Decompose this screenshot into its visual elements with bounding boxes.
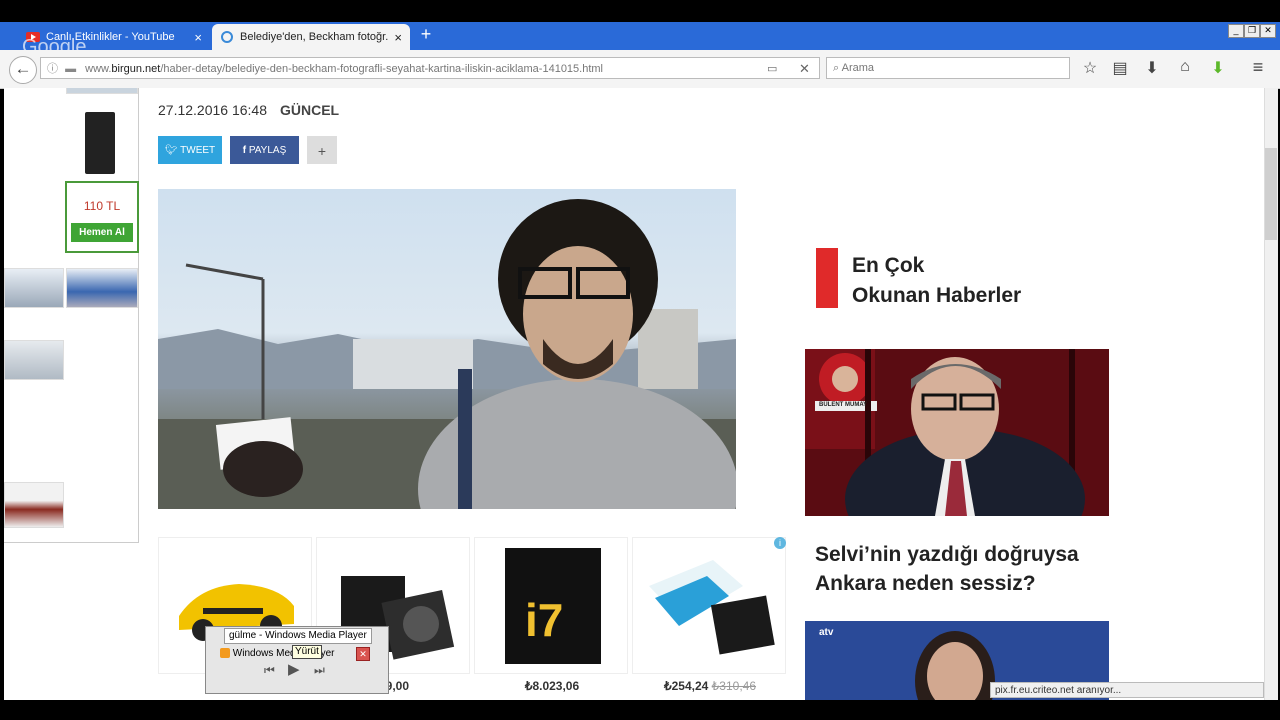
wmp-icon — [220, 648, 230, 659]
tab-title: Belediye'den, Beckham fotoğr... — [240, 31, 389, 43]
scrollbar-thumb[interactable] — [1265, 148, 1277, 240]
popular-news-heading: En Çok Okunan Haberler — [852, 251, 1021, 311]
reading-list-icon[interactable]: ▤ — [1110, 58, 1130, 78]
play-tooltip: Yürüt — [292, 645, 322, 659]
product-old-price: ₺310,46 — [711, 679, 757, 693]
article-hero-image[interactable] — [158, 189, 736, 509]
news-photo — [805, 349, 1109, 516]
svg-text:i7: i7 — [525, 594, 563, 646]
facebook-label: PAYLAŞ — [248, 145, 287, 156]
product-price: ₺8.023,06 — [524, 679, 580, 693]
search-icon: ⌕ — [833, 62, 840, 74]
page-icon: ▬ — [65, 63, 77, 75]
url-bar[interactable]: ⓘ ▬ www.birgun.net/haber-detay/belediye-… — [40, 57, 820, 79]
ad-thumbnail[interactable] — [66, 88, 138, 94]
close-window-button[interactable]: ✕ — [1260, 24, 1276, 38]
ad-price: 110 TL — [83, 199, 121, 213]
url-path: /haber-detay/belediye-den-beckham-fotogr… — [160, 63, 604, 75]
page-content: 110 TL Hemen Al 27.12.2016 16:48 GÜNCEL … — [4, 88, 1264, 700]
ad-info-icon[interactable]: i — [774, 537, 786, 549]
article-category[interactable]: GÜNCEL — [280, 102, 339, 118]
product-price: ₺254,24 ₺310,46 — [633, 679, 787, 693]
section-accent-bar — [816, 248, 838, 308]
news-title[interactable]: Selvi’nin yazdığı doğruysa Ankara neden … — [815, 540, 1115, 598]
ad-thumbnail[interactable] — [4, 268, 64, 308]
ad-thumbnail[interactable] — [4, 340, 64, 380]
hero-photo — [158, 199, 736, 509]
ad-thumbnail[interactable] — [66, 268, 138, 308]
tab-close-icon[interactable]: × — [394, 30, 402, 45]
ad-product-image[interactable] — [85, 112, 115, 174]
next-icon[interactable]: ⏭ — [314, 663, 325, 678]
news-image[interactable]: BÜLENT MUMAY — [805, 349, 1109, 516]
media-player-mini[interactable]: gülme - Windows Media Player Windows Med… — [205, 626, 389, 694]
restore-button[interactable]: ❐ — [1244, 24, 1260, 38]
product-card[interactable]: ₺254,24 ₺310,46 — [632, 537, 786, 693]
download-icon[interactable]: ⬇ — [1142, 58, 1162, 78]
reader-view-icon[interactable]: ▭ — [767, 58, 777, 80]
popular-heading-line2: Okunan Haberler — [852, 284, 1022, 307]
left-ad-column: 110 TL Hemen Al — [4, 88, 139, 543]
url-prefix: www. — [85, 63, 112, 75]
news-caption: BÜLENT MUMAY — [819, 402, 868, 408]
play-icon[interactable]: ▶ — [288, 660, 300, 678]
loading-icon — [221, 31, 233, 43]
product-price-value: ₺254,24 — [663, 679, 709, 693]
twitter-icon: 🐦︎ — [164, 145, 181, 156]
article-date: 27.12.2016 16:48 — [158, 102, 267, 118]
url-host: birgun.net — [111, 63, 161, 75]
home-icon[interactable]: ⌂ — [1175, 58, 1195, 76]
popular-heading-line1: En Çok — [852, 254, 925, 277]
ad-thumbnail[interactable] — [4, 482, 64, 528]
search-placeholder: Arama — [841, 62, 875, 74]
tab-bar: Canlı Etkinlikler - YouTube × Belediye'd… — [0, 22, 1280, 58]
tab-close-icon[interactable]: × — [194, 30, 202, 45]
product-card[interactable]: i7 ₺8.023,06 — [474, 537, 628, 693]
facebook-share-button[interactable]: f PAYLAŞ — [230, 136, 299, 164]
tweet-label: TWEET — [180, 145, 216, 156]
navigation-bar: ← ⓘ ▬ www.birgun.net/haber-detay/belediy… — [0, 50, 1280, 89]
search-bar[interactable]: ⌕ Arama — [826, 57, 1070, 79]
buy-button[interactable]: Hemen Al — [71, 223, 133, 242]
info-icon[interactable]: ⓘ — [47, 63, 58, 75]
previous-icon[interactable]: ⏮ — [264, 663, 275, 678]
product-image: i7 — [505, 548, 601, 664]
channel-logo: atv — [819, 627, 834, 638]
ad-price-box[interactable]: 110 TL Hemen Al — [65, 181, 139, 253]
tab-birgun[interactable]: Belediye'den, Beckham fotoğr... × — [212, 24, 410, 50]
back-button[interactable]: ← — [9, 56, 37, 84]
stop-icon[interactable]: ✕ — [799, 58, 810, 80]
menu-icon[interactable]: ≡ — [1248, 57, 1268, 78]
media-player-title: gülme - Windows Media Player — [224, 628, 372, 644]
status-bar: pix.fr.eu.criteo.net aranıyor... — [990, 682, 1264, 698]
new-tab-button[interactable]: + — [414, 24, 438, 45]
tweet-button[interactable]: 🐦︎ TWEET — [158, 136, 222, 164]
top-black-bar — [0, 0, 1280, 22]
minimize-button[interactable]: _ — [1228, 24, 1244, 38]
more-share-button[interactable]: + — [307, 136, 337, 164]
addon-icon[interactable]: ⬇ — [1208, 58, 1228, 78]
product-image — [649, 560, 775, 655]
bottom-black-bar — [0, 700, 1280, 720]
star-icon[interactable]: ☆ — [1080, 58, 1100, 78]
media-player-close-button[interactable]: ✕ — [356, 647, 370, 661]
